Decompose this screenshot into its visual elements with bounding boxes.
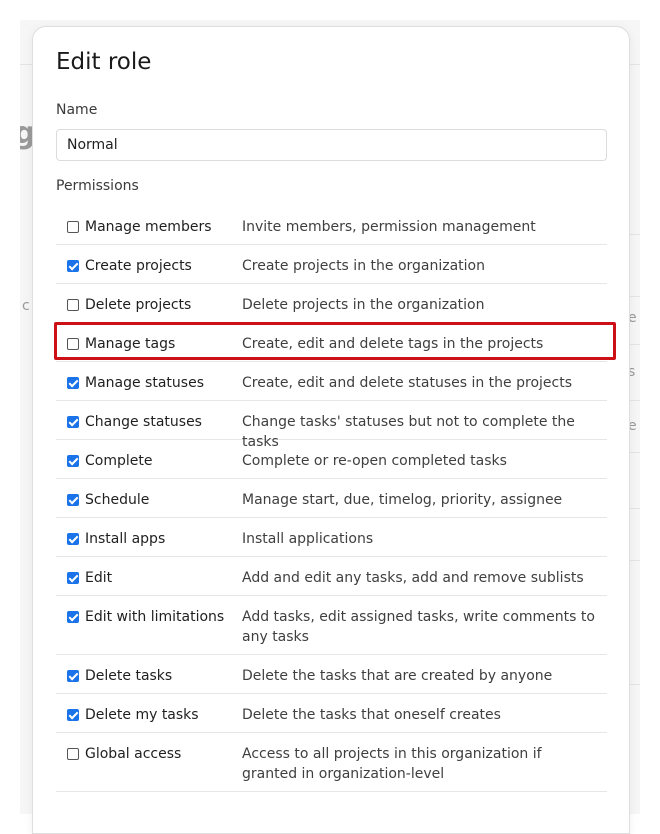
- permission-name[interactable]: Manage tags: [80, 334, 242, 354]
- permission-checkbox[interactable]: [66, 669, 80, 683]
- permission-checkbox[interactable]: [66, 454, 80, 468]
- permission-checkbox[interactable]: [66, 337, 80, 351]
- permission-row: Delete projects Delete projects in the or…: [56, 284, 607, 323]
- permission-row: Edit Add and edit any tasks, add and remo…: [56, 557, 607, 596]
- name-label: Name: [56, 102, 98, 118]
- permission-name[interactable]: Global access: [80, 744, 242, 764]
- permission-name[interactable]: Edit: [80, 568, 242, 588]
- checkbox-unchecked-icon: [67, 221, 79, 233]
- permission-name[interactable]: Schedule: [80, 490, 242, 510]
- permissions-label: Permissions: [56, 178, 139, 194]
- permission-checkbox[interactable]: [66, 220, 80, 234]
- checkbox-checked-icon: [67, 611, 79, 623]
- checkbox-unchecked-icon: [67, 748, 79, 760]
- role-name-input[interactable]: [56, 129, 607, 161]
- bg-text-fragment: c: [22, 298, 30, 314]
- permission-name[interactable]: Complete: [80, 451, 242, 471]
- permission-row: Complete Complete or re-open completed ta…: [56, 440, 607, 479]
- permission-row: Change statuses Change tasks' statuses bu…: [56, 401, 607, 450]
- permission-description: Manage start, due, timelog, priority, as…: [242, 492, 563, 508]
- permission-description: Create, edit and delete statuses in the …: [242, 375, 572, 391]
- permission-name[interactable]: Delete my tasks: [80, 705, 242, 725]
- permission-row: Delete my tasks Delete the tasks that one…: [56, 694, 607, 733]
- permission-checkbox[interactable]: [66, 259, 80, 273]
- permission-name[interactable]: Manage statuses: [80, 373, 242, 393]
- checkbox-unchecked-icon: [67, 299, 79, 311]
- checkbox-checked-icon: [67, 416, 79, 428]
- permission-description: Delete projects in the organization: [242, 297, 485, 313]
- permissions-list: Manage members Invite members, permission…: [56, 206, 607, 792]
- permission-name[interactable]: Edit with limitations: [80, 607, 242, 627]
- permission-checkbox[interactable]: [66, 493, 80, 507]
- permission-description: Create, edit and delete tags in the proj…: [242, 336, 544, 352]
- permission-name[interactable]: Change statuses: [80, 412, 242, 432]
- checkbox-unchecked-icon: [67, 338, 79, 350]
- permission-description: Delete the tasks that oneself creates: [242, 707, 501, 723]
- permission-row: Delete tasks Delete the tasks that are cr…: [56, 655, 607, 694]
- checkbox-checked-icon: [67, 572, 79, 584]
- permission-description: Add tasks, edit assigned tasks, write co…: [242, 609, 595, 645]
- permission-name[interactable]: Create projects: [80, 256, 242, 276]
- permission-row: Install apps Install applications: [56, 518, 607, 557]
- permission-description: Delete the tasks that are created by any…: [242, 668, 553, 684]
- permission-name[interactable]: Manage members: [80, 217, 242, 237]
- checkbox-checked-icon: [67, 494, 79, 506]
- permission-row: Manage members Invite members, permission…: [56, 206, 607, 245]
- checkbox-checked-icon: [67, 455, 79, 467]
- permission-row: Global access Access to all projects in t…: [56, 733, 607, 792]
- permission-row: Create projects Create projects in the or…: [56, 245, 607, 284]
- permission-row: Schedule Manage start, due, timelog, prio…: [56, 479, 607, 518]
- permission-row: Edit with limitations Add tasks, edit ass…: [56, 596, 607, 655]
- checkbox-checked-icon: [67, 377, 79, 389]
- permission-checkbox[interactable]: [66, 708, 80, 722]
- modal-title: Edit role: [56, 49, 152, 75]
- checkbox-checked-icon: [67, 709, 79, 721]
- permission-checkbox[interactable]: [66, 376, 80, 390]
- checkbox-checked-icon: [67, 533, 79, 545]
- permission-name[interactable]: Install apps: [80, 529, 242, 549]
- permission-description: Create projects in the organization: [242, 258, 485, 274]
- permission-row: Manage tags Create, edit and delete tags …: [56, 323, 607, 362]
- permission-checkbox[interactable]: [66, 415, 80, 429]
- permission-checkbox[interactable]: [66, 571, 80, 585]
- permission-name[interactable]: Delete projects: [80, 295, 242, 315]
- permission-row: Manage statuses Create, edit and delete s…: [56, 362, 607, 401]
- checkbox-checked-icon: [67, 670, 79, 682]
- permission-checkbox[interactable]: [66, 610, 80, 624]
- checkbox-checked-icon: [67, 260, 79, 272]
- permission-description: Install applications: [242, 531, 374, 547]
- edit-role-modal: Edit role Name Permissions Manage member…: [32, 26, 630, 834]
- permission-description: Complete or re-open completed tasks: [242, 453, 507, 469]
- permission-checkbox[interactable]: [66, 298, 80, 312]
- permission-description: Access to all projects in this organizat…: [242, 746, 542, 782]
- permission-name[interactable]: Delete tasks: [80, 666, 242, 686]
- permission-description: Invite members, permission management: [242, 219, 536, 235]
- permission-checkbox[interactable]: [66, 532, 80, 546]
- permission-description: Add and edit any tasks, add and remove s…: [242, 570, 584, 586]
- permission-checkbox[interactable]: [66, 747, 80, 761]
